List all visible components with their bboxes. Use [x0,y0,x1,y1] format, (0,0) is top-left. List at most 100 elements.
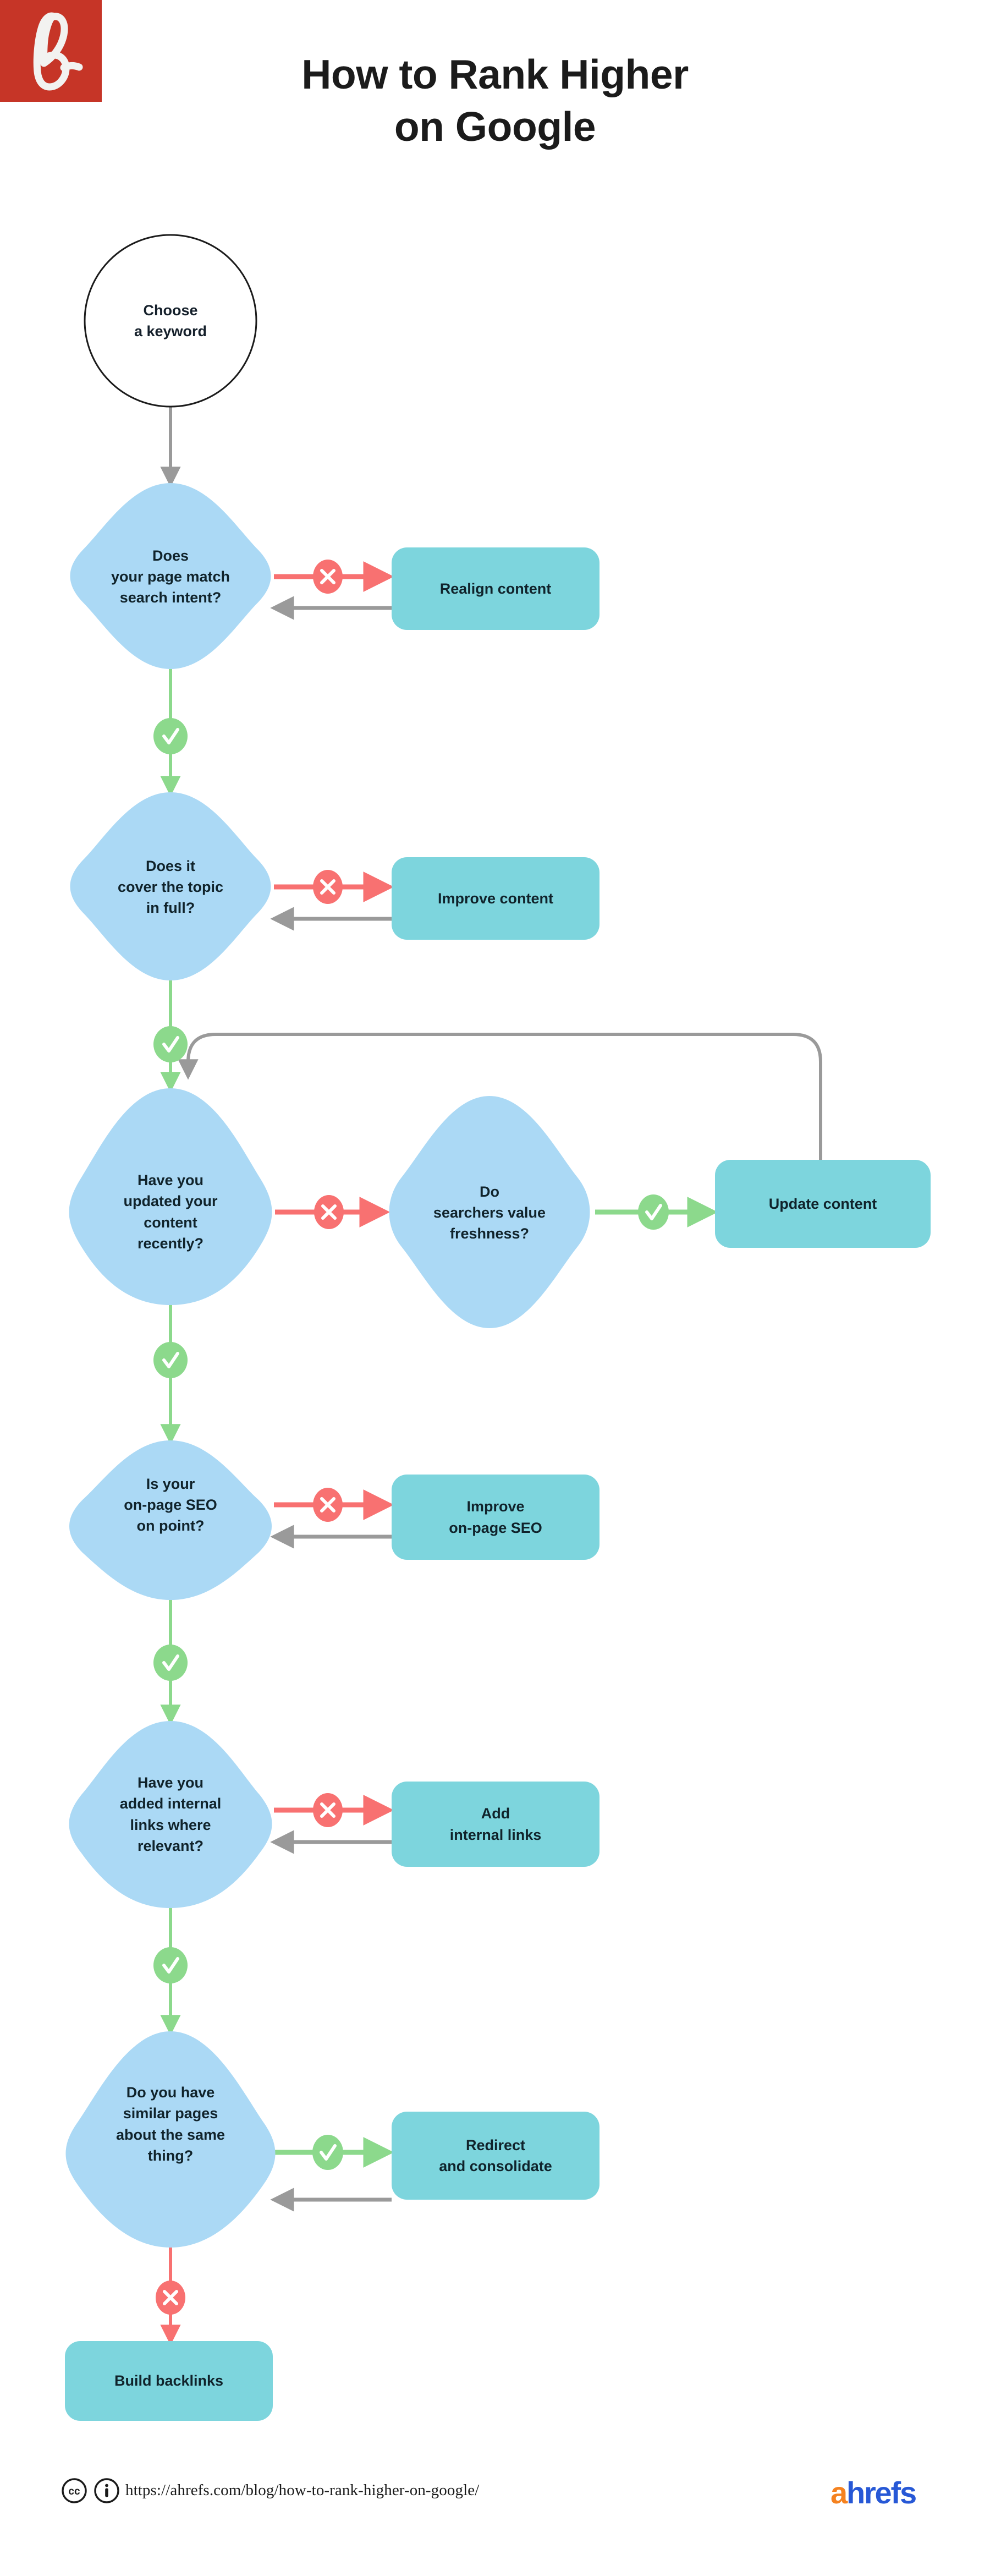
cross-icon [320,879,336,895]
a6-line-1: Redirect [465,2136,526,2153]
badge-check-d4 [153,1645,188,1681]
d1-line-3: search intent? [119,589,222,606]
connector-layer [160,407,822,2345]
node-a5-shape [392,1782,600,1867]
badge-check-d3 [153,1342,188,1378]
d3-line-4: recently? [137,1235,204,1252]
d5-line-4: relevant? [137,1837,204,1854]
check-icon [320,2144,337,2161]
d5-line-2: added internal [119,1795,222,1812]
start-line-2: a keyword [134,323,207,339]
brand-b-icon [0,0,102,102]
a6-line-2: and consolidate [439,2158,552,2174]
infographic-canvas: How to Rank Higher on Google Choose a ke… [0,0,990,2576]
node-d4-shape [69,1440,272,1600]
node-end-label: Build backlinks [65,2341,273,2421]
d6-line-1: Do you have [126,2084,215,2101]
title-line-2: on Google [394,103,596,150]
node-a4-label: Improve on-page SEO [392,1475,600,1560]
title-line-1: How to Rank Higher [301,51,689,97]
d2-line-3: in full? [146,900,195,917]
node-a1-label: Realign content [392,547,600,630]
node-d3-label: Have you updated your content recently? [61,1166,280,1257]
node-d6-label: Do you have similar pages about the same… [55,2079,286,2169]
node-d2-shape [70,792,271,980]
check-icon [162,1654,179,1671]
brand-logo-mark [0,0,102,102]
badge-cross-d1 [313,560,343,594]
a4-line-1: Improve [466,1498,525,1515]
check-icon [162,1036,179,1053]
node-a3-shape [715,1160,931,1248]
node-d6-shape [65,2031,276,2248]
node-d5-label: Have you added internal links where rele… [61,1769,280,1860]
attribution-icon [94,2478,119,2503]
node-d3b-label: Do searchers value freshness? [380,1179,600,1246]
creative-commons-icon: cc [62,2478,87,2503]
a5-line-2: internal links [449,1826,542,1843]
d3b-line-1: Do [480,1183,499,1200]
node-start-label: Choose a keyword [85,291,256,351]
d2-line-1: Does it [145,857,195,874]
d3-line-2: updated your [123,1193,218,1210]
badge-cross-d6 [156,2281,185,2315]
d3-line-1: Have you [137,1171,204,1188]
cross-icon [163,2290,178,2305]
a4-line-2: on-page SEO [449,1519,542,1536]
check-icon [162,728,179,744]
a1-line-1: Realign content [439,580,552,597]
node-a6-shape [392,2112,600,2200]
node-a5-label: Add internal links [392,1782,600,1867]
cross-icon [320,569,336,584]
a3-line-1: Update content [768,1195,877,1212]
d3b-line-2: searchers value [433,1204,546,1221]
node-a6-label: Redirect and consolidate [392,2112,600,2200]
d4-line-1: Is your [146,1475,195,1492]
node-d4-label: Is your on-page SEO on point? [61,1472,280,1538]
d1-line-2: your page match [111,568,230,585]
cross-icon [320,1802,336,1818]
node-d3b-shape [389,1096,590,1328]
badge-layer [153,560,669,2315]
license-icons: cc [62,2478,119,2503]
node-d1-label: Does your page match search intent? [61,544,280,610]
ahrefs-wordmark-prefix: a [831,2475,848,2510]
badge-check-d1 [153,718,188,754]
check-icon [645,1204,662,1220]
badge-check-d5 [153,1947,188,1983]
d6-line-3: about the same [116,2126,226,2143]
d3b-line-3: freshness? [449,1225,530,1242]
d6-line-4: thing? [147,2147,194,2164]
start-line-1: Choose [143,302,198,319]
d5-line-3: links where [130,1816,211,1833]
flowchart-graphic [65,234,931,2421]
node-a2-shape [392,857,600,940]
d4-line-2: on-page SEO [124,1496,217,1513]
page-title: How to Rank Higher on Google [132,48,858,152]
badge-cross-d5 [313,1793,343,1827]
node-a1-shape [392,547,600,630]
node-d3-shape [69,1088,272,1305]
d5-line-1: Have you [137,1774,204,1791]
d3-line-3: content [144,1214,197,1231]
node-a2-label: Improve content [392,857,600,940]
node-start-shape [84,234,257,408]
check-icon [162,1352,179,1368]
d4-line-3: on point? [136,1517,205,1534]
badge-cross-d2 [313,870,343,904]
source-url[interactable]: https://ahrefs.com/blog/how-to-rank-high… [125,2481,479,2500]
badge-check-d2 [153,1026,188,1062]
badge-cross-d3 [314,1195,344,1229]
node-d5-shape [69,1721,272,1908]
ahrefs-wordmark: ahrefs [831,2475,917,2511]
badge-check-d3b [638,1194,669,1230]
check-icon [162,1957,179,1974]
badge-check-d6 [312,2135,343,2170]
node-d1-shape [70,483,271,669]
node-a4-shape [392,1475,600,1560]
ahrefs-wordmark-suffix: hrefs [846,2475,917,2510]
badge-cross-d4 [313,1488,343,1522]
cross-icon [321,1204,337,1220]
a2-line-1: Improve content [437,890,554,907]
d6-line-2: similar pages [123,2105,218,2122]
